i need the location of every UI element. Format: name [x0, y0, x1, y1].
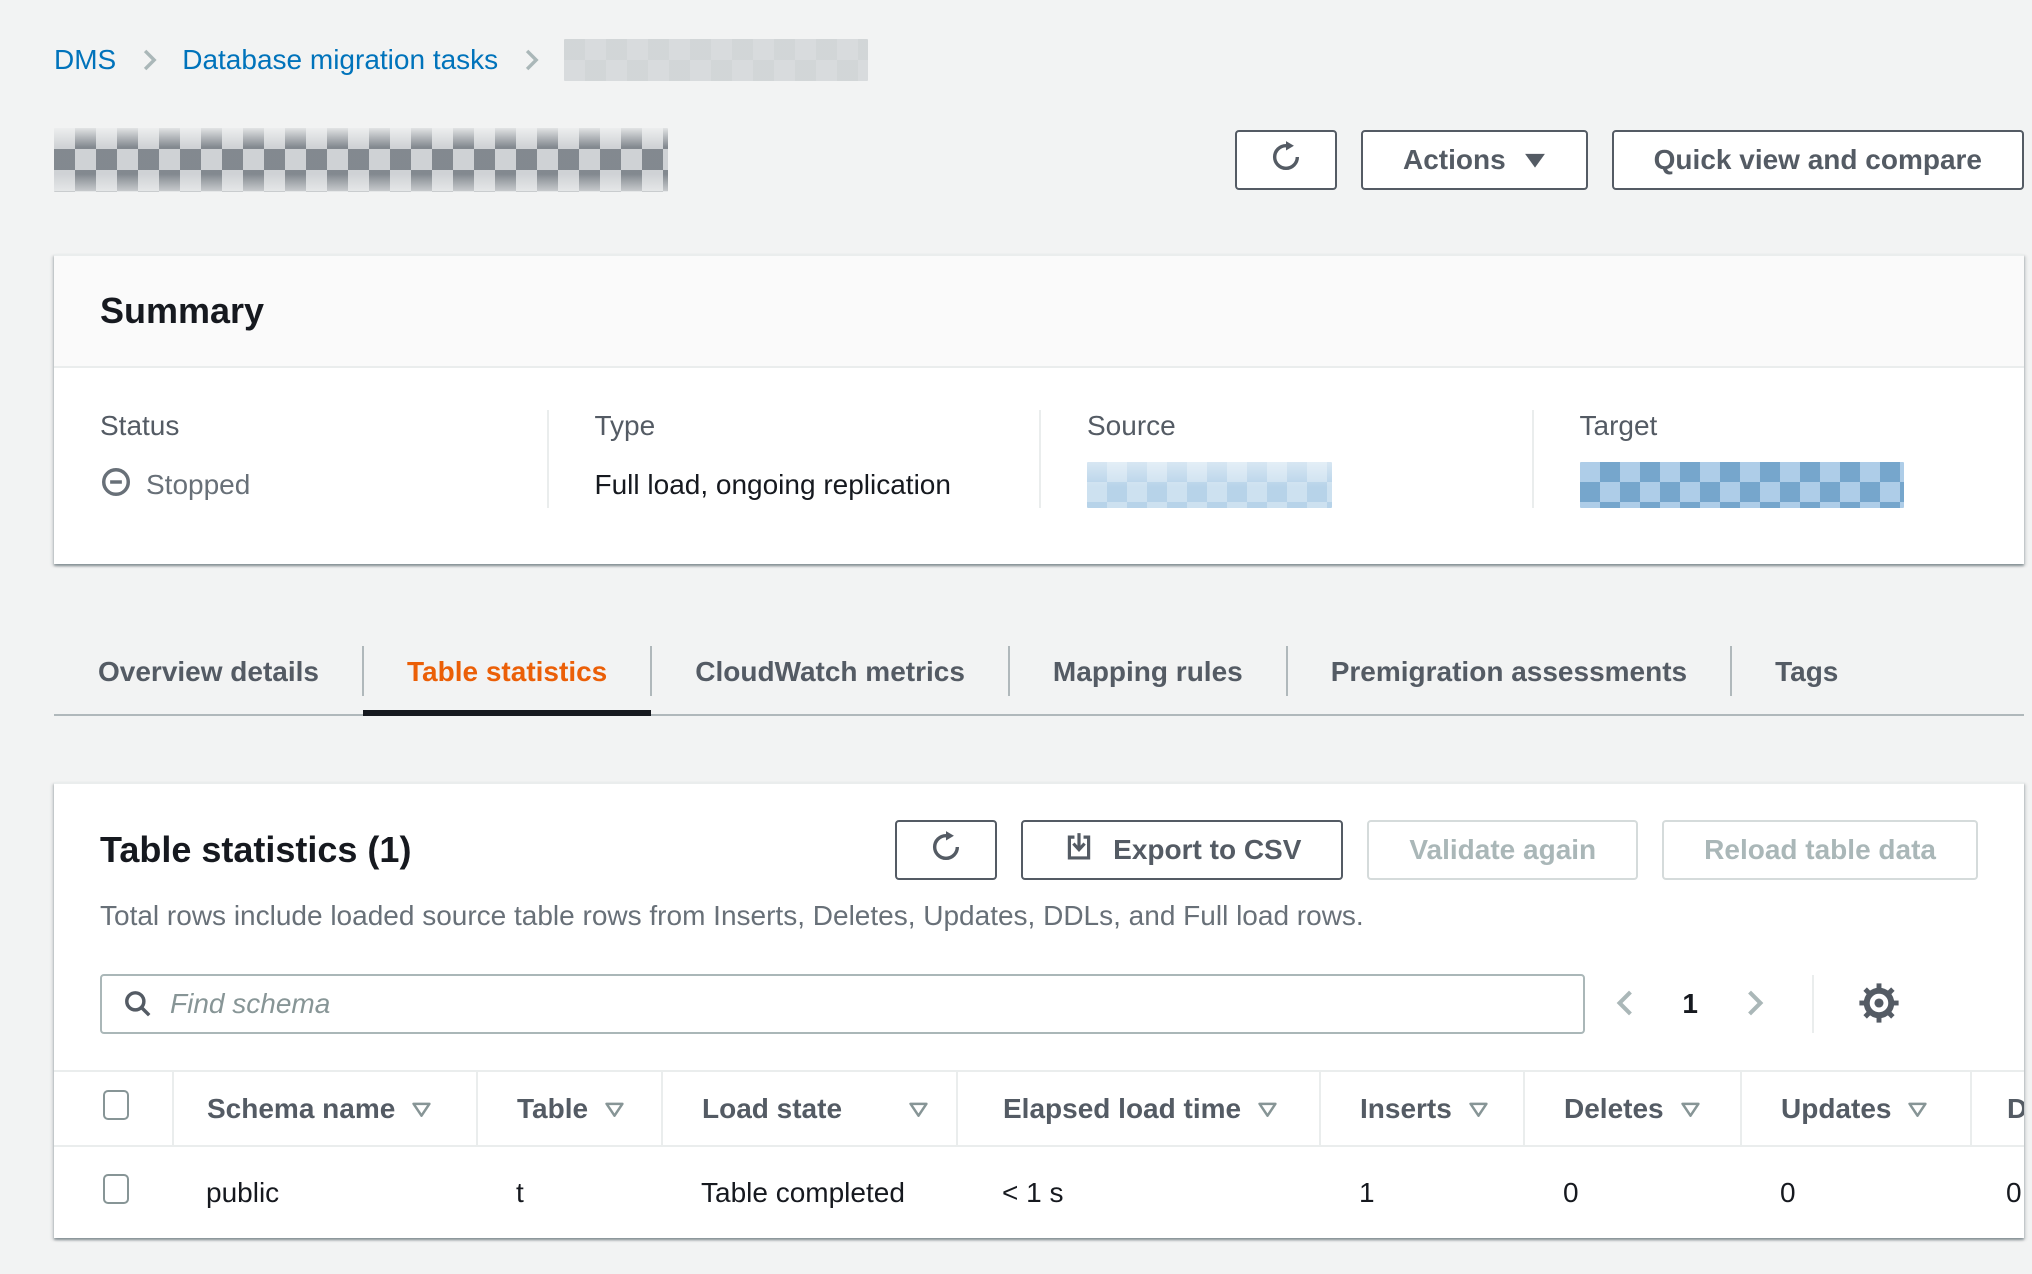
column-header-deletes[interactable]: Deletes — [1564, 1093, 1664, 1125]
table-row: public t Table completed < 1 s 1 0 0 0 — [54, 1146, 2024, 1238]
tab-table-statistics[interactable]: Table statistics — [363, 630, 651, 714]
actions-button-label: Actions — [1403, 144, 1506, 176]
next-page-button[interactable] — [1742, 988, 1768, 1021]
cell-updates: 0 — [1741, 1146, 1971, 1238]
column-header-updates[interactable]: Updates — [1781, 1093, 1891, 1125]
redacted-source-endpoint-link[interactable] — [1087, 462, 1332, 508]
redacted-page-title — [54, 128, 668, 192]
quick-view-compare-button[interactable]: Quick view and compare — [1612, 130, 2024, 190]
search-icon — [122, 988, 154, 1027]
tab-mapping-rules[interactable]: Mapping rules — [1009, 630, 1287, 714]
refresh-icon — [929, 830, 963, 871]
pagination: 1 — [1612, 975, 1978, 1033]
column-header-inserts[interactable]: Inserts — [1360, 1093, 1452, 1125]
cell-ddls: 0 — [1971, 1146, 2024, 1238]
schema-search — [100, 974, 1585, 1034]
refresh-icon — [1269, 140, 1303, 181]
breadcrumb: DMS Database migration tasks — [54, 38, 2024, 82]
tab-tags[interactable]: Tags — [1731, 630, 1882, 714]
sort-icon[interactable] — [1680, 1093, 1701, 1125]
table-statistics-actions: Export to CSV Validate again Reload tabl… — [895, 820, 1978, 880]
stopped-status-icon — [100, 466, 132, 505]
summary-body: Status Stopped Type Full load, ongoing r… — [54, 368, 2024, 564]
cell-elapsed-load-time: < 1 s — [957, 1146, 1320, 1238]
select-all-checkbox[interactable] — [103, 1090, 129, 1120]
sort-icon[interactable] — [1257, 1093, 1278, 1125]
status-label: Status — [100, 410, 517, 442]
breadcrumb-link-dms[interactable]: DMS — [54, 44, 116, 76]
chevron-right-icon — [520, 47, 542, 73]
summary-card-header: Summary — [54, 256, 2024, 368]
table-refresh-button[interactable] — [895, 820, 997, 880]
type-value: Full load, ongoing replication — [595, 469, 951, 501]
quick-view-button-label: Quick view and compare — [1654, 144, 1982, 176]
column-header-elapsed-load-time[interactable]: Elapsed load time — [1003, 1093, 1241, 1125]
cell-schema-name: public — [173, 1146, 477, 1238]
status-value: Stopped — [146, 469, 250, 501]
chevron-left-icon — [1612, 988, 1638, 1021]
header-actions: Actions Quick view and compare — [1235, 130, 2024, 190]
tab-cloudwatch-metrics[interactable]: CloudWatch metrics — [651, 630, 1009, 714]
previous-page-button[interactable] — [1612, 988, 1638, 1021]
export-button-label: Export to CSV — [1113, 834, 1301, 866]
validate-again-button[interactable]: Validate again — [1367, 820, 1638, 880]
target-label: Target — [1580, 410, 1995, 442]
validate-button-label: Validate again — [1409, 834, 1596, 866]
table-statistics-panel: Table statistics (1) Export to CSV — [54, 782, 2024, 1238]
table-preferences-button[interactable] — [1858, 982, 1900, 1027]
summary-type-column: Type Full load, ongoing replication — [547, 410, 1040, 508]
breadcrumb-link-migration-tasks[interactable]: Database migration tasks — [182, 44, 498, 76]
summary-card: Summary Status Stopped Type Full load, o… — [54, 254, 2024, 564]
tab-overview-details[interactable]: Overview details — [54, 630, 363, 714]
cell-deletes: 0 — [1524, 1146, 1741, 1238]
type-label: Type — [595, 410, 1010, 442]
redacted-target-endpoint-link[interactable] — [1580, 462, 1904, 508]
current-page-number: 1 — [1682, 988, 1698, 1020]
tab-premigration-assessments[interactable]: Premigration assessments — [1287, 630, 1731, 714]
page-header: Actions Quick view and compare — [54, 128, 2024, 192]
toolbar-divider — [1812, 975, 1814, 1033]
cell-table: t — [477, 1146, 662, 1238]
column-header-schema-name[interactable]: Schema name — [207, 1093, 395, 1125]
sort-icon[interactable] — [604, 1093, 625, 1125]
column-header-table[interactable]: Table — [517, 1093, 588, 1125]
table-header-row: Schema name Table Load state Elapsed loa… — [54, 1071, 2024, 1146]
cell-load-state: Table completed — [662, 1146, 957, 1238]
actions-button[interactable]: Actions — [1361, 130, 1588, 190]
column-header-load-state[interactable]: Load state — [702, 1093, 842, 1125]
sort-icon[interactable] — [1907, 1093, 1928, 1125]
row-checkbox[interactable] — [103, 1174, 129, 1204]
dms-task-detail-page: DMS Database migration tasks Actions — [0, 0, 2032, 1238]
sort-icon[interactable] — [1468, 1093, 1489, 1125]
sort-icon[interactable] — [411, 1093, 432, 1125]
summary-title: Summary — [100, 290, 1978, 332]
table-statistics-table-container: Schema name Table Load state Elapsed loa… — [54, 1070, 2024, 1238]
gear-icon — [1858, 982, 1900, 1027]
cell-inserts: 1 — [1320, 1146, 1524, 1238]
column-header-ddls[interactable]: DDLs — [2007, 1093, 2024, 1125]
export-to-csv-button[interactable]: Export to CSV — [1021, 820, 1343, 880]
download-icon — [1063, 831, 1095, 870]
summary-target-column: Target — [1532, 410, 2025, 508]
redacted-breadcrumb-task-name — [564, 39, 868, 81]
chevron-right-icon — [1742, 988, 1768, 1021]
table-statistics-title: Table statistics (1) — [100, 829, 411, 871]
tab-bar: Overview details Table statistics CloudW… — [54, 630, 2024, 716]
chevron-right-icon — [138, 47, 160, 73]
table-statistics-table: Schema name Table Load state Elapsed loa… — [54, 1070, 2024, 1238]
source-label: Source — [1087, 410, 1502, 442]
caret-down-icon — [1524, 144, 1546, 176]
sort-icon[interactable] — [908, 1093, 929, 1125]
summary-status-column: Status Stopped — [54, 410, 547, 508]
reload-button-label: Reload table data — [1704, 834, 1936, 866]
find-schema-input[interactable] — [100, 974, 1585, 1034]
refresh-button[interactable] — [1235, 130, 1337, 190]
table-statistics-description: Total rows include loaded source table r… — [100, 900, 1978, 932]
summary-source-column: Source — [1039, 410, 1532, 508]
reload-table-data-button[interactable]: Reload table data — [1662, 820, 1978, 880]
